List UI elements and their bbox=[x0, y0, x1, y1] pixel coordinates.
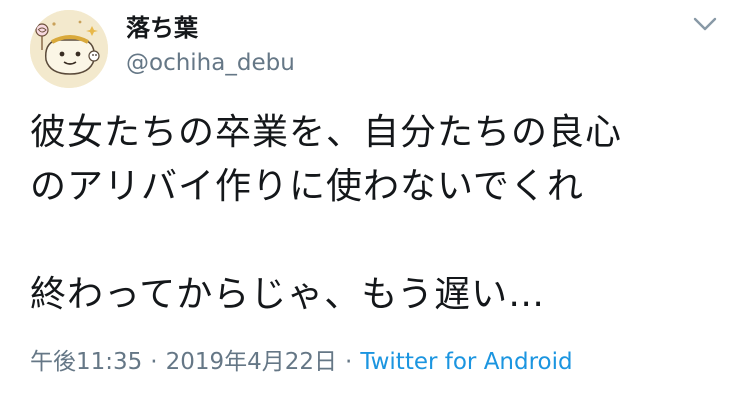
tweet-card: 落ち葉 @ochiha_debu 彼女たちの卒業を、自分たちの良心 のアリバイ作… bbox=[0, 0, 750, 409]
tweet-text-line: のアリバイ作りに使わないでくれ bbox=[30, 166, 584, 207]
tweet-text-line: 彼女たちの卒業を、自分たちの良心 bbox=[30, 112, 623, 153]
display-name[interactable]: 落ち葉 bbox=[126, 12, 198, 44]
meta-separator: · bbox=[345, 349, 353, 375]
chevron-down-icon[interactable] bbox=[690, 13, 720, 35]
avatar[interactable] bbox=[30, 10, 108, 88]
meta-separator: · bbox=[150, 349, 158, 375]
tweet-text: 彼女たちの卒業を、自分たちの良心 のアリバイ作りに使わないでくれ 終わってからじ… bbox=[30, 106, 730, 322]
tweet-date[interactable]: 2019年4月22日 bbox=[166, 349, 337, 375]
tweet-meta: 午後11:35 · 2019年4月22日 · Twitter for Android bbox=[30, 346, 573, 378]
tweet-text-line bbox=[30, 214, 730, 268]
tweet-text-line: 終わってからじゃ、もう遅い… bbox=[30, 274, 546, 315]
avatar-illustration bbox=[30, 10, 108, 88]
tweet-source-link[interactable]: Twitter for Android bbox=[360, 349, 572, 375]
user-handle[interactable]: @ochiha_debu bbox=[126, 48, 295, 78]
tweet-time[interactable]: 午後11:35 bbox=[30, 349, 142, 375]
